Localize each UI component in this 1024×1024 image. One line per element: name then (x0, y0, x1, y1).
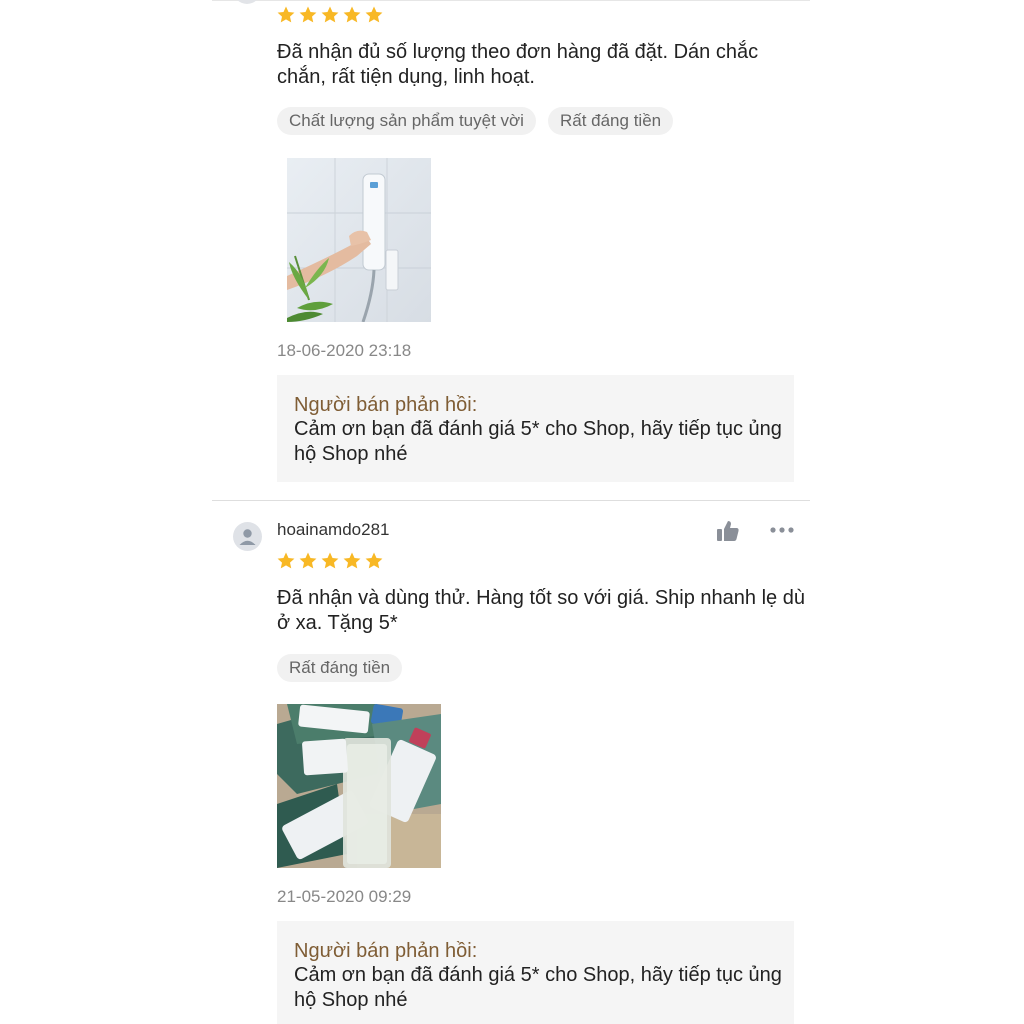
rating-stars (276, 5, 384, 25)
review-comment: Đã nhận đủ số lượng theo đơn hàng đã đặt… (277, 41, 759, 88)
rating-stars (276, 551, 384, 571)
more-icon[interactable] (768, 522, 796, 538)
seller-reply: Người bán phản hồi: Cảm ơn bạn đã đánh g… (277, 921, 794, 1024)
review-tags: Chất lượng sản phẩm tuyệt vời Rất đáng t… (277, 107, 674, 135)
review-tag[interactable]: Chất lượng sản phẩm tuyệt vời (277, 107, 536, 135)
wall-mount-photo (287, 158, 431, 322)
star-icon (365, 6, 383, 23)
seller-reply-body: Cảm ơn bạn đã đánh giá 5* cho Shop, hãy … (294, 418, 782, 465)
review-panel (212, 0, 810, 1024)
review-divider (212, 500, 810, 501)
reviewer-username[interactable]: hoainamdo281 (277, 520, 389, 540)
review-tag[interactable]: Rất đáng tiền (547, 107, 674, 135)
review-tags: Rất đáng tiền (277, 654, 403, 682)
review-photo[interactable] (277, 704, 441, 868)
review-tag[interactable]: Rất đáng tiền (277, 654, 403, 682)
avatar[interactable] (233, 522, 262, 551)
top-divider (212, 0, 810, 1)
star-icon (343, 552, 361, 569)
star-icon (299, 6, 317, 23)
star-icon (321, 552, 339, 569)
seller-reply-title: Người bán phản hồi: (294, 394, 478, 416)
product-packages-photo (277, 704, 441, 868)
thumbs-up-icon[interactable] (716, 519, 740, 543)
star-icon (277, 6, 295, 23)
star-icon (343, 6, 361, 23)
star-icon (321, 6, 339, 23)
star-icon (277, 552, 295, 569)
seller-reply-body: Cảm ơn bạn đã đánh giá 5* cho Shop, hãy … (294, 964, 782, 1011)
star-icon (299, 552, 317, 569)
star-icon (365, 552, 383, 569)
seller-reply: Người bán phản hồi: Cảm ơn bạn đã đánh g… (277, 375, 794, 482)
seller-reply-title: Người bán phản hồi: (294, 940, 478, 962)
review-date: 21-05-2020 09:29 (277, 887, 412, 906)
review-comment: Đã nhận và dùng thử. Hàng tốt so với giá… (277, 587, 805, 634)
review-date: 18-06-2020 23:18 (277, 341, 412, 360)
review-photo[interactable] (287, 158, 431, 322)
user-avatar-icon (239, 529, 256, 545)
